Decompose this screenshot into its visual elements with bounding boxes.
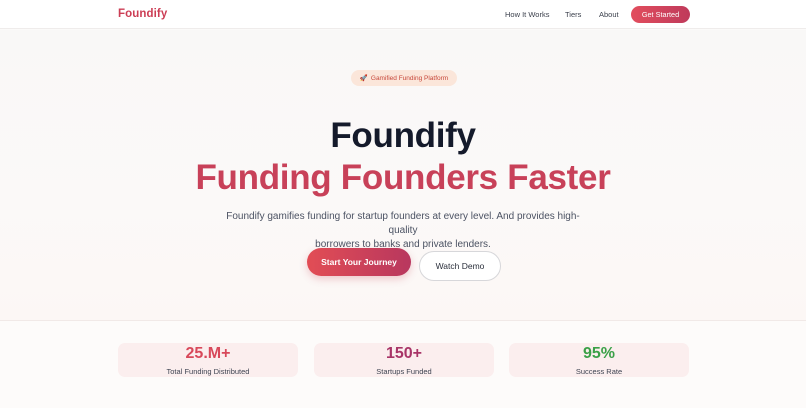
watch-demo-button[interactable]: Watch Demo (419, 251, 501, 281)
badge-label: Gamified Funding Platform (370, 74, 449, 82)
brand-logo[interactable]: Foundify (118, 8, 167, 20)
stat-label: Total Funding Distributed (166, 367, 250, 376)
rocket-icon: 🚀 (359, 75, 368, 82)
stat-card-total-funding: 25.M+ Total Funding Distributed (118, 343, 298, 377)
stat-label: Startups Funded (376, 367, 432, 376)
nav-link-how-it-works[interactable]: How It Works (505, 10, 549, 19)
hero-title: Foundify (330, 116, 476, 155)
stat-label: Success Rate (575, 367, 623, 376)
start-journey-button[interactable]: Start Your Journey (307, 248, 411, 276)
stats-section: 25.M+ Total Funding Distributed 150+ Sta… (0, 320, 806, 408)
stat-value: 150+ (385, 345, 423, 362)
platform-badge: 🚀 Gamified Funding Platform (351, 70, 457, 86)
nav-link-about[interactable]: About (599, 10, 619, 19)
get-started-button[interactable]: Get Started (631, 6, 690, 23)
stat-card-startups-funded: 150+ Startups Funded (314, 343, 494, 377)
stat-card-success-rate: 95% Success Rate (509, 343, 689, 377)
stat-value: 25.M+ (185, 345, 231, 362)
stat-value: 95% (582, 345, 616, 362)
nav-link-tiers[interactable]: Tiers (565, 10, 581, 19)
hero-description-line-1: Foundify gamifies funding for startup fo… (226, 211, 580, 236)
hero-description: Foundify gamifies funding for startup fo… (213, 210, 593, 252)
top-navbar: Foundify How It Works Tiers About Get St… (0, 0, 806, 29)
hero-subtitle: Funding Founders Faster (195, 158, 611, 197)
